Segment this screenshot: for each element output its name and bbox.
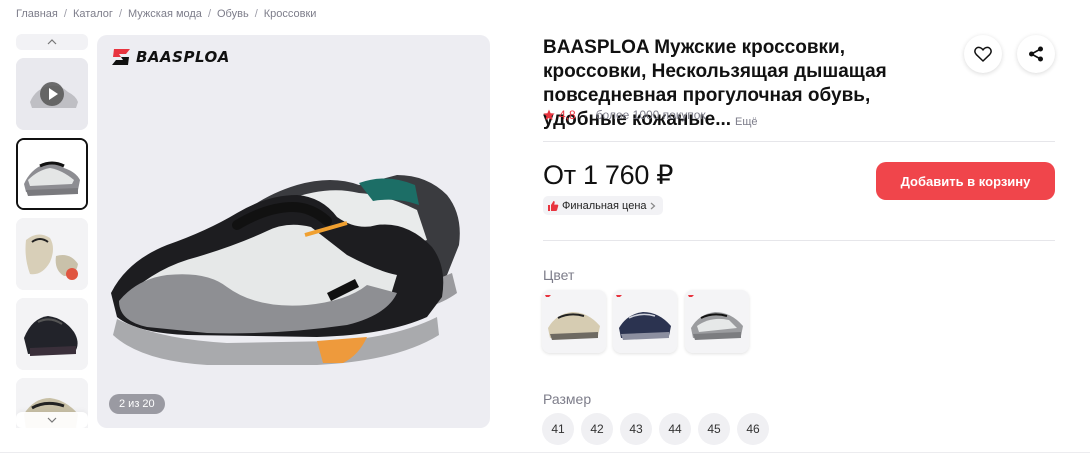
- shoe-thumbnail-image: [16, 298, 88, 370]
- chevron-right-icon: [650, 202, 655, 209]
- breadcrumb-separator: /: [63, 8, 67, 20]
- shoe-thumbnail-image: [16, 218, 88, 290]
- breadcrumb-catalog[interactable]: Каталог: [73, 8, 113, 20]
- thumbnail-scroll-down-button[interactable]: [16, 412, 88, 428]
- chevron-up-icon: [47, 39, 57, 45]
- thumbnail-video[interactable]: [16, 58, 88, 130]
- breadcrumb-mens-fashion[interactable]: Мужская мода: [128, 8, 202, 20]
- color-option-navy[interactable]: [613, 290, 677, 353]
- rating-separator: ·: [583, 108, 588, 122]
- breadcrumb-separator: /: [254, 8, 258, 20]
- add-to-cart-button[interactable]: Добавить в корзину: [876, 162, 1055, 200]
- thumb-up-icon: [548, 200, 559, 211]
- image-counter: 2 из 20: [109, 394, 165, 414]
- size-option-43[interactable]: 43: [620, 413, 652, 445]
- shoe-thumbnail-image: [16, 58, 88, 130]
- thumbnail-scroll-up-button[interactable]: [16, 34, 88, 50]
- main-product-image[interactable]: BAASPLOA 2 из 20: [97, 35, 490, 428]
- breadcrumb-home[interactable]: Главная: [16, 8, 58, 20]
- favorite-button[interactable]: [964, 35, 1002, 73]
- size-option-46[interactable]: 46: [737, 413, 769, 445]
- color-option-grey[interactable]: [685, 290, 749, 353]
- sneakers-photo: [111, 175, 460, 365]
- shoe-color-thumbnail: [613, 290, 677, 353]
- shoe-thumbnail-image: [18, 140, 86, 208]
- thumbnail[interactable]: [16, 218, 88, 290]
- chevron-down-icon: [47, 417, 57, 423]
- product-rating[interactable]: 4,8 · более 1000 покупок: [543, 108, 706, 122]
- color-option-beige[interactable]: [542, 290, 606, 353]
- rating-value: 4,8: [559, 108, 576, 122]
- final-price-label: Финальная цена: [562, 199, 647, 212]
- breadcrumb-shoes[interactable]: Обувь: [217, 8, 249, 20]
- star-icon: [543, 109, 555, 120]
- share-icon: [1029, 46, 1043, 62]
- purchase-count: более 1000 покупок: [595, 108, 706, 122]
- breadcrumb-separator: /: [207, 8, 211, 20]
- size-option-41[interactable]: 41: [542, 413, 574, 445]
- breadcrumb: Главная / Каталог / Мужская мода / Обувь…: [16, 8, 316, 20]
- shoe-color-thumbnail: [542, 290, 606, 353]
- size-option-45[interactable]: 45: [698, 413, 730, 445]
- share-button[interactable]: [1017, 35, 1055, 73]
- color-label: Цвет: [543, 267, 575, 283]
- size-label: Размер: [543, 391, 592, 407]
- final-price-badge[interactable]: Финальная цена: [543, 196, 663, 215]
- thumbnail-strip: [16, 34, 88, 428]
- size-option-44[interactable]: 44: [659, 413, 691, 445]
- breadcrumb-sneakers[interactable]: Кроссовки: [264, 8, 317, 20]
- divider: [543, 141, 1055, 142]
- breadcrumb-separator: /: [118, 8, 122, 20]
- size-option-42[interactable]: 42: [581, 413, 613, 445]
- heart-icon: [974, 46, 992, 62]
- divider: [0, 452, 1090, 453]
- product-price: От 1 760 ₽: [543, 160, 674, 190]
- thumbnail[interactable]: [16, 298, 88, 370]
- thumbnail-active[interactable]: [16, 138, 88, 210]
- divider: [543, 240, 1055, 241]
- shoe-color-thumbnail: [685, 290, 749, 353]
- title-more-link[interactable]: Ещё: [735, 116, 758, 128]
